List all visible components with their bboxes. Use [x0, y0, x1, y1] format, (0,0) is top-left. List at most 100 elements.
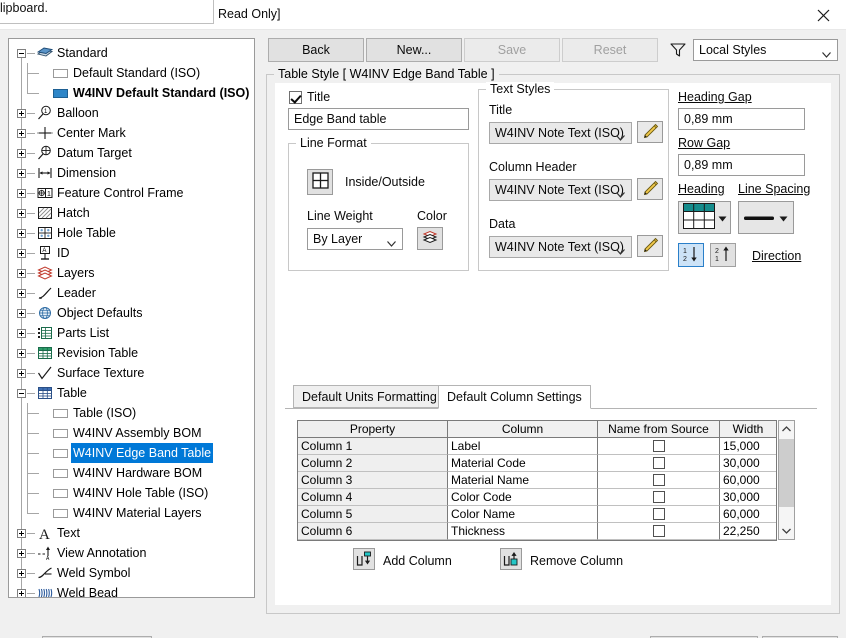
expand-icon[interactable]: [17, 589, 26, 597]
edit-data-style-button[interactable]: [637, 235, 663, 257]
expand-icon[interactable]: [17, 289, 26, 298]
name-from-source-checkbox[interactable]: [652, 474, 665, 486]
heading-style-dropdown-button[interactable]: [678, 201, 731, 234]
save-button[interactable]: Save: [464, 38, 560, 62]
grid-cell-column[interactable]: Material Code: [448, 455, 598, 472]
tree-item-view-annotation[interactable]: A View Annotation: [9, 543, 254, 563]
tree-item-balloon[interactable]: 1 Balloon: [9, 103, 254, 123]
tree-item-leader[interactable]: Leader: [9, 283, 254, 303]
expand-icon[interactable]: [17, 189, 26, 198]
text-style-title-dropdown[interactable]: W4INV Note Text (ISO): [489, 122, 632, 144]
grid-cell-property[interactable]: Column 4: [298, 489, 448, 506]
heading-gap-input[interactable]: 0,89 mm: [678, 108, 805, 130]
tree-item-object-defaults[interactable]: Object Defaults: [9, 303, 254, 323]
tree-item-surface-texture[interactable]: Surface Texture: [9, 363, 254, 383]
grid-cell-column[interactable]: Color Code: [448, 489, 598, 506]
tree-item-parts-list[interactable]: Parts List: [9, 323, 254, 343]
name-from-source-checkbox[interactable]: [652, 491, 665, 503]
collapse-icon[interactable]: [17, 49, 26, 58]
tree-item-hole-table[interactable]: Hole Table: [9, 223, 254, 243]
expand-icon[interactable]: [17, 129, 26, 138]
grid-cell-column[interactable]: Color Name: [448, 506, 598, 523]
text-style-column-header-dropdown[interactable]: W4INV Note Text (ISO): [489, 179, 632, 201]
direction-up-button[interactable]: 2 1: [710, 243, 736, 267]
inside-outside-button[interactable]: [307, 169, 333, 195]
grid-cell-width[interactable]: 22,250: [720, 523, 776, 540]
tree-item-default-standard-iso[interactable]: Default Standard (ISO): [9, 63, 254, 83]
direction-down-button[interactable]: 1 2: [678, 243, 704, 267]
table-row[interactable]: Column 2 Material Code 30,000: [298, 455, 776, 472]
grid-cell-property[interactable]: Column 3: [298, 472, 448, 489]
grid-cell-width[interactable]: 30,000: [720, 489, 776, 506]
tree-item-weld-symbol[interactable]: Weld Symbol: [9, 563, 254, 583]
row-gap-input[interactable]: 0,89 mm: [678, 154, 805, 176]
tree-item-layers[interactable]: Layers: [9, 263, 254, 283]
edit-column-header-style-button[interactable]: [637, 178, 663, 200]
edit-title-style-button[interactable]: [637, 121, 663, 143]
line-spacing-dropdown-button[interactable]: [738, 201, 794, 234]
tab-default-units-formatting[interactable]: Default Units Formatting: [293, 385, 446, 408]
line-weight-dropdown[interactable]: By Layer: [307, 228, 403, 250]
style-tree-panel[interactable]: Standard Default Standard (ISO) W4INV Defa…: [8, 38, 255, 598]
tree-item-standard[interactable]: Standard: [9, 43, 254, 63]
expand-icon[interactable]: [17, 529, 26, 538]
tree-item-w4inv-material-layers[interactable]: W4INV Material Layers: [9, 503, 254, 523]
table-row[interactable]: Column 3 Material Name 60,000: [298, 472, 776, 489]
tree-item-center-mark[interactable]: Center Mark: [9, 123, 254, 143]
tree-item-id[interactable]: A ID: [9, 243, 254, 263]
tree-item-table-iso[interactable]: Table (ISO): [9, 403, 254, 423]
name-from-source-checkbox[interactable]: [652, 440, 665, 452]
grid-cell-column[interactable]: Thickness: [448, 523, 598, 540]
grid-cell-property[interactable]: Column 2: [298, 455, 448, 472]
collapse-icon[interactable]: [17, 389, 26, 398]
expand-icon[interactable]: [17, 249, 26, 258]
tree-item-w4inv-assembly-bom[interactable]: W4INV Assembly BOM: [9, 423, 254, 443]
tree-item-w4inv-edge-band-table[interactable]: W4INV Edge Band Table: [9, 443, 254, 463]
column-settings-grid[interactable]: Property Column Name from Source Width C…: [297, 420, 777, 541]
title-checkbox[interactable]: [289, 91, 302, 104]
tree-item-revision-table[interactable]: Revision Table: [9, 343, 254, 363]
scroll-down-icon[interactable]: [779, 523, 794, 539]
tree-item-feature-control-frame[interactable]: 1 Feature Control Frame: [9, 183, 254, 203]
expand-icon[interactable]: [17, 549, 26, 558]
grid-cell-column[interactable]: Material Name: [448, 472, 598, 489]
grid-cell-width[interactable]: 15,000: [720, 438, 776, 455]
grid-cell-width[interactable]: 60,000: [720, 506, 776, 523]
grid-cell-column[interactable]: Label: [448, 438, 598, 455]
back-button[interactable]: Back: [268, 38, 364, 62]
close-icon[interactable]: [800, 0, 846, 30]
scroll-up-icon[interactable]: [779, 421, 794, 437]
style-filter-dropdown[interactable]: Local Styles: [693, 39, 838, 61]
new-button[interactable]: New...: [366, 38, 462, 62]
reset-button[interactable]: Reset: [562, 38, 658, 62]
tab-default-column-settings[interactable]: Default Column Settings: [438, 385, 591, 409]
tree-item-w4inv-hardware-bom[interactable]: W4INV Hardware BOM: [9, 463, 254, 483]
expand-icon[interactable]: [17, 149, 26, 158]
expand-icon[interactable]: [17, 269, 26, 278]
tree-item-weld-bead[interactable]: Weld Bead: [9, 583, 254, 597]
text-style-data-dropdown[interactable]: W4INV Note Text (ISO): [489, 236, 632, 258]
expand-icon[interactable]: [17, 569, 26, 578]
name-from-source-checkbox[interactable]: [652, 457, 665, 469]
name-from-source-checkbox[interactable]: [652, 508, 665, 520]
tree-item-hatch[interactable]: Hatch: [9, 203, 254, 223]
expand-icon[interactable]: [17, 329, 26, 338]
expand-icon[interactable]: [17, 369, 26, 378]
filter-icon[interactable]: [669, 42, 687, 58]
title-text-input[interactable]: Edge Band table: [288, 108, 469, 130]
remove-column-button[interactable]: [500, 548, 522, 570]
grid-cell-width[interactable]: 30,000: [720, 455, 776, 472]
add-column-button[interactable]: [353, 548, 375, 570]
scrollbar-thumb[interactable]: [779, 439, 794, 507]
expand-icon[interactable]: [17, 209, 26, 218]
tree-item-text[interactable]: A Text: [9, 523, 254, 543]
grid-vertical-scrollbar[interactable]: [778, 420, 795, 540]
grid-cell-property[interactable]: Column 6: [298, 523, 448, 540]
tree-item-w4inv-hole-table-iso[interactable]: W4INV Hole Table (ISO): [9, 483, 254, 503]
table-row[interactable]: Column 1 Label 15,000: [298, 438, 776, 455]
tree-item-table[interactable]: Table: [9, 383, 254, 403]
grid-cell-property[interactable]: Column 5: [298, 506, 448, 523]
line-color-button[interactable]: [417, 227, 443, 250]
table-row[interactable]: Column 6 Thickness 22,250: [298, 523, 776, 540]
tree-item-dimension[interactable]: Dimension: [9, 163, 254, 183]
